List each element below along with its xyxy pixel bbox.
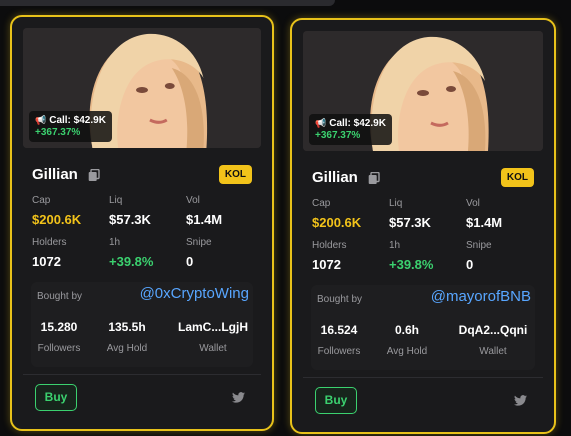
followers-value: 16.524 (320, 323, 358, 337)
wallet-label: Wallet (199, 343, 227, 354)
wallet-value[interactable]: LamC...LgjH (178, 320, 248, 334)
cap-label: Cap (32, 195, 51, 206)
avg-hold-col: 0.6h Avg Hold (372, 323, 442, 357)
vol-stat: Vol $1.4M (186, 195, 222, 227)
liq-label: Liq (109, 195, 123, 206)
wallet-col: LamC...LgjH Wallet (178, 320, 248, 354)
wallet-label: Wallet (479, 346, 507, 357)
cap-stat: Cap $200.6K (312, 198, 361, 230)
call-badge: 📢 Call: $42.9K +367.37% (29, 111, 112, 142)
kol-badge: KOL (218, 165, 252, 184)
cap-value: $200.6K (312, 215, 362, 230)
wallet-col: DqA2...Qqni Wallet (458, 323, 528, 357)
megaphone-icon: 📢 (35, 115, 47, 125)
kol-badge: KOL (500, 168, 534, 187)
snipe-stat: Snipe 0 (186, 237, 212, 269)
twitter-icon[interactable] (232, 392, 245, 403)
snipe-label: Snipe (466, 240, 492, 251)
snipe-value: 0 (186, 254, 194, 269)
bought-by-label: Bought by (317, 294, 363, 305)
followers-value: 15.280 (40, 320, 78, 334)
vol-value: $1.4M (186, 212, 223, 227)
cap-stat: Cap $200.6K (32, 195, 81, 227)
holders-stat: Holders 1072 (32, 237, 66, 269)
call-badge: 📢 Call: $42.9K +367.37% (309, 114, 392, 145)
snipe-value: 0 (466, 257, 474, 272)
avg-hold-label: Avg Hold (386, 346, 428, 357)
change-1h-value: +39.8% (389, 257, 434, 272)
holders-value: 1072 (32, 254, 61, 269)
holders-stat: Holders 1072 (312, 240, 346, 272)
holders-label: Holders (32, 237, 67, 248)
token-name: Gillian (312, 169, 358, 186)
change-1h-label: 1h (389, 240, 401, 251)
snipe-stat: Snipe 0 (466, 240, 492, 272)
wallet-value[interactable]: DqA2...Qqni (458, 323, 528, 337)
vol-stat: Vol $1.4M (466, 198, 502, 230)
change-1h-value: +39.8% (109, 254, 154, 269)
liq-stat: Liq $57.3K (389, 198, 431, 230)
avg-hold-col: 135.5h Avg Hold (92, 320, 162, 354)
bought-by-panel: Bought by @0xCryptoWing 15.280 Followers… (31, 282, 253, 367)
cap-label: Cap (312, 198, 331, 209)
change-1h-stat: 1h +39.8% (109, 237, 153, 269)
buyer-handle-link[interactable]: @mayorofBNB (431, 288, 531, 305)
liq-stat: Liq $57.3K (109, 195, 151, 227)
buyer-handle-link[interactable]: @0xCryptoWing (140, 285, 249, 302)
copy-icon[interactable] (368, 172, 380, 185)
holders-label: Holders (312, 240, 347, 251)
vol-label: Vol (186, 195, 200, 206)
call-price: Call: $42.9K (49, 115, 106, 126)
card-divider (23, 374, 261, 375)
liq-value: $57.3K (389, 215, 431, 230)
vol-label: Vol (466, 198, 480, 209)
token-name: Gillian (32, 166, 78, 183)
cap-value: $200.6K (32, 212, 82, 227)
call-change: +367.37% (35, 127, 81, 138)
bought-by-label: Bought by (37, 291, 83, 302)
followers-label: Followers (37, 343, 81, 354)
liq-value: $57.3K (109, 212, 151, 227)
holders-value: 1072 (312, 257, 341, 272)
avg-hold-value: 135.5h (108, 320, 146, 334)
buy-button[interactable]: Buy (35, 384, 77, 411)
avg-hold-value: 0.6h (394, 323, 419, 337)
buy-button[interactable]: Buy (315, 387, 357, 414)
card-divider (303, 377, 543, 378)
token-image: 📢 Call: $42.9K +367.37% (303, 31, 543, 151)
liq-label: Liq (389, 198, 403, 209)
megaphone-icon: 📢 (315, 118, 327, 128)
copy-icon[interactable] (88, 169, 100, 182)
call-change: +367.37% (315, 130, 361, 141)
top-scrollbar (0, 0, 335, 6)
change-1h-stat: 1h +39.8% (389, 240, 433, 272)
snipe-label: Snipe (186, 237, 212, 248)
token-card[interactable]: 📢 Call: $42.9K +367.37% Gillian KOL Cap $… (10, 15, 274, 431)
vol-value: $1.4M (466, 215, 503, 230)
followers-label: Followers (317, 346, 361, 357)
change-1h-label: 1h (109, 237, 121, 248)
followers-col: 15.280 Followers (24, 320, 94, 354)
followers-col: 16.524 Followers (304, 323, 374, 357)
token-card[interactable]: 📢 Call: $42.9K +367.37% Gillian KOL Cap $… (290, 18, 556, 434)
token-image: 📢 Call: $42.9K +367.37% (23, 28, 261, 148)
call-price: Call: $42.9K (329, 118, 386, 129)
avg-hold-label: Avg Hold (106, 343, 148, 354)
bought-by-panel: Bought by @mayorofBNB 16.524 Followers 0… (311, 285, 535, 370)
twitter-icon[interactable] (514, 395, 527, 406)
